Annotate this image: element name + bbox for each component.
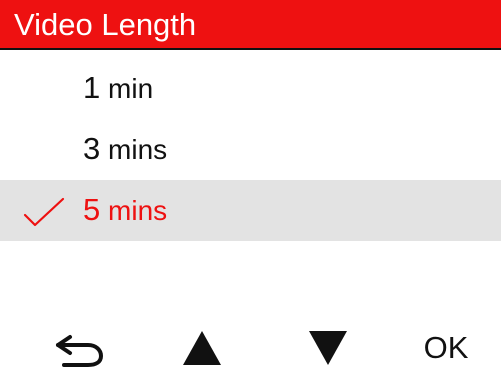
page-title: Video Length bbox=[14, 7, 197, 42]
footer-controls: OK bbox=[0, 318, 501, 378]
menu-item-label: 3 mins bbox=[83, 133, 167, 166]
menu-item-label: 5 mins bbox=[83, 194, 167, 227]
menu-item-5-mins[interactable]: 5 mins bbox=[0, 180, 501, 241]
down-triangle-icon bbox=[307, 329, 349, 367]
video-length-screen: Video Length 1 min 3 mins 5 mins OK bbox=[0, 0, 501, 378]
menu-item-value: 1 bbox=[83, 70, 101, 105]
check-icon bbox=[23, 197, 65, 229]
ok-button[interactable]: OK bbox=[411, 318, 481, 378]
menu-item-1-min[interactable]: 1 min bbox=[0, 58, 501, 119]
back-button[interactable] bbox=[45, 318, 115, 378]
up-triangle-icon bbox=[181, 329, 223, 367]
header-bar: Video Length bbox=[0, 0, 501, 50]
video-length-menu: 1 min 3 mins 5 mins bbox=[0, 58, 501, 241]
up-button[interactable] bbox=[167, 318, 237, 378]
menu-item-unit: min bbox=[108, 73, 154, 104]
menu-item-value: 3 bbox=[83, 131, 101, 166]
menu-item-label: 1 min bbox=[83, 72, 153, 105]
ok-label: OK bbox=[423, 330, 469, 365]
menu-item-value: 5 bbox=[83, 192, 101, 227]
menu-item-unit: mins bbox=[108, 195, 168, 226]
back-arrow-icon bbox=[52, 329, 108, 367]
menu-item-3-mins[interactable]: 3 mins bbox=[0, 119, 501, 180]
down-button[interactable] bbox=[293, 318, 363, 378]
menu-item-unit: mins bbox=[108, 134, 168, 165]
